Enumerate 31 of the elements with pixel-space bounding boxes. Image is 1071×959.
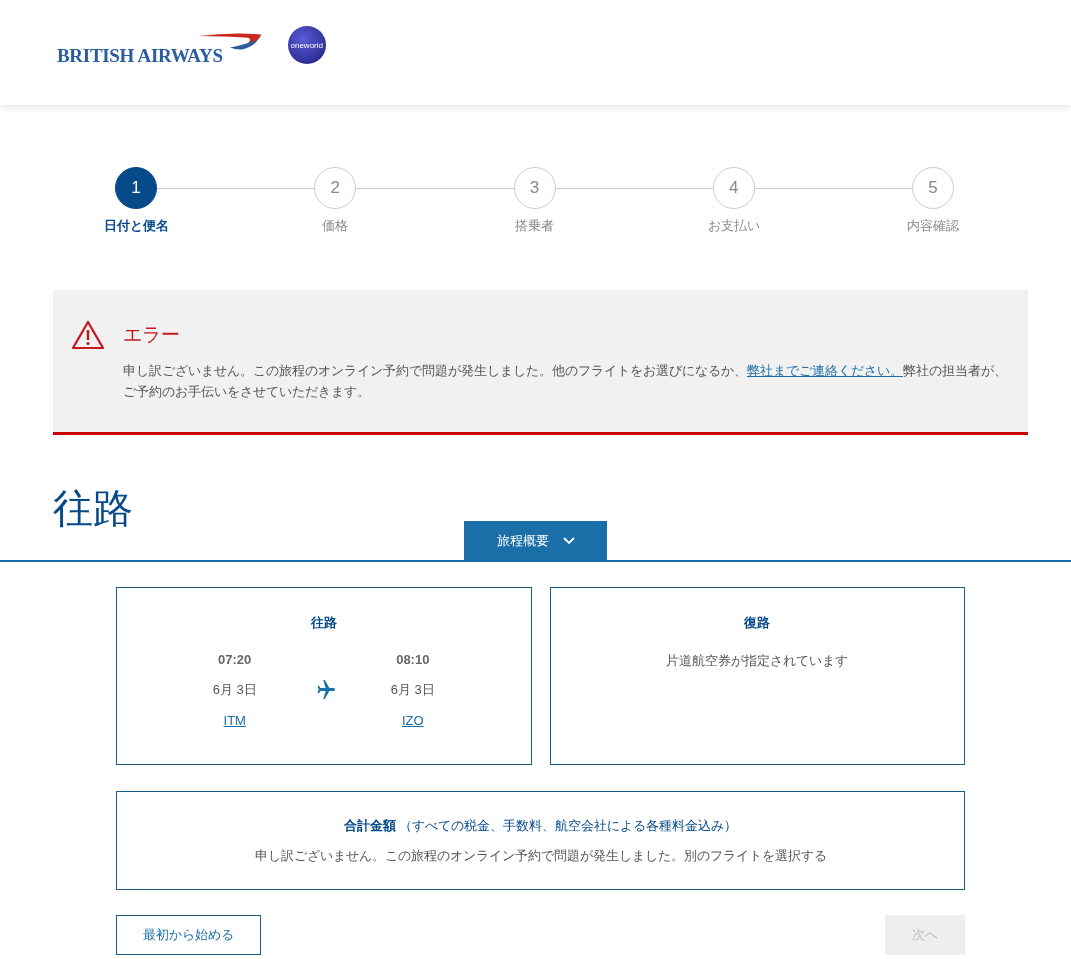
card-title: 復路 [744, 614, 771, 632]
error-message: 申し訳ございません。この旅程のオンライン予約で問題が発生しました。他のフライトをお選びになるか、弊社までご連絡ください。弊社の担当者が、ご予約のお手伝いをさせていただきます。 [123, 362, 1008, 401]
total-label: 合計金額 （すべての税金、手数料、航空会社による各種料金込み） [343, 817, 738, 835]
airline-logo-text[interactable]: BRITISH AIRWAYS [57, 45, 223, 67]
arrival-airport-link[interactable]: IZO [401, 713, 424, 728]
step-number: 5 [912, 167, 954, 209]
step-label: お支払い [707, 217, 760, 235]
step-number: 4 [712, 167, 755, 209]
contact-link[interactable]: 弊社までご連絡ください。 [747, 363, 903, 378]
arrival-date: 6月 3日 [390, 681, 435, 699]
step-label: 搭乗者 [515, 217, 554, 235]
departure-airport-link[interactable]: ITM [223, 713, 246, 728]
one-way-message: 片道航空券が指定されています [666, 652, 849, 670]
card-title: 往路 [310, 614, 337, 632]
total-message: 申し訳ございません。この旅程のオンライン予約で問題が発生しました。別のフライトを選択する [254, 847, 827, 865]
error-title: エラー [123, 323, 181, 347]
step-number: 1 [115, 167, 157, 209]
restart-button[interactable]: 最初から始める [116, 915, 261, 955]
chevron-icon [562, 536, 575, 545]
step-label: 日付と便名 [103, 217, 169, 235]
departure-date: 6月 3日 [212, 681, 257, 699]
step-number: 2 [314, 167, 357, 209]
warning-icon [71, 320, 105, 350]
page-heading: 往路 [53, 485, 134, 532]
departure-time: 07:20 [218, 652, 252, 667]
step-label: 価格 [322, 217, 349, 235]
alliance-badge: oneworld [287, 26, 326, 64]
arrival-time: 08:10 [396, 652, 430, 667]
itinerary-summary-toggle[interactable]: 旅程概要 [464, 521, 607, 560]
step-number: 3 [513, 167, 556, 209]
step-label: 内容確認 [907, 217, 959, 235]
